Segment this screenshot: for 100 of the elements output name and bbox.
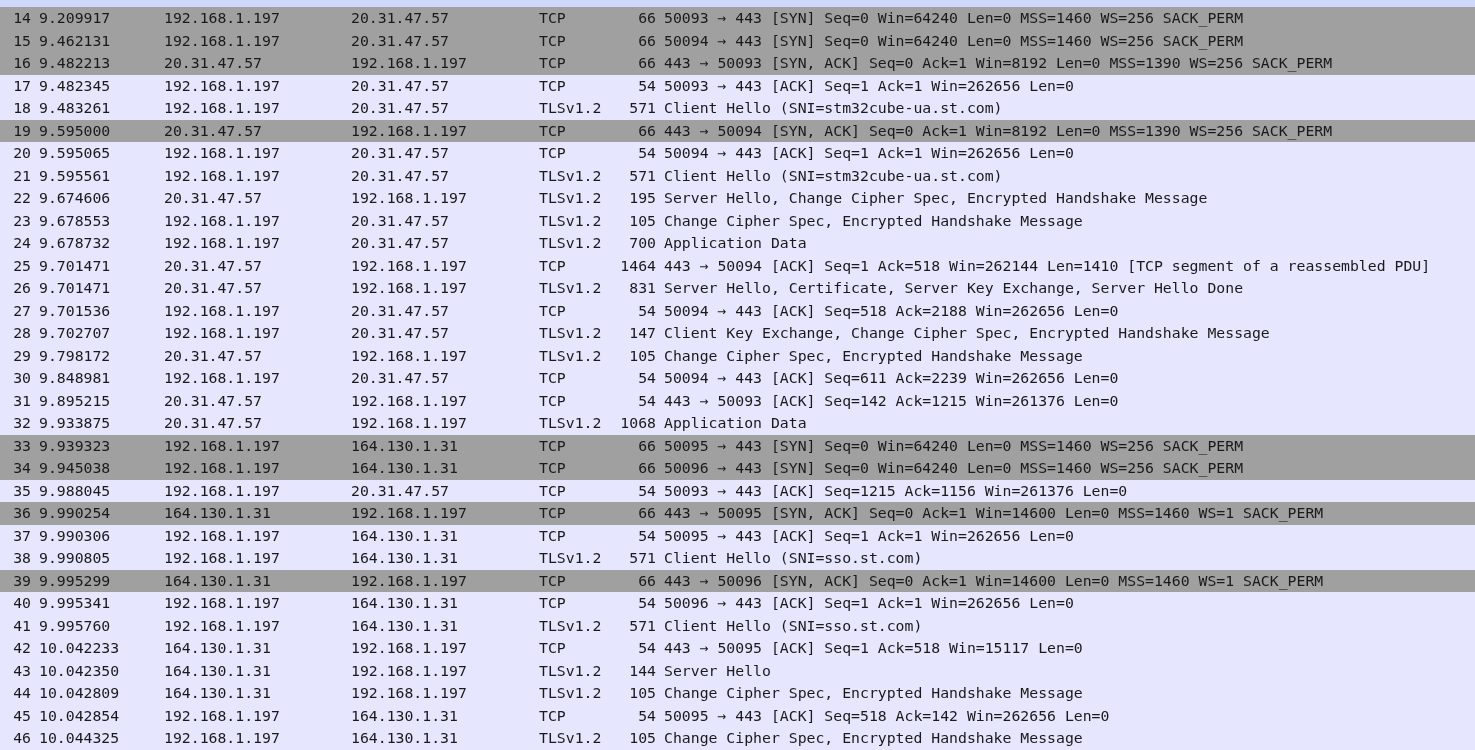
table-cell: 9.462131 bbox=[39, 31, 111, 50]
table-cell-text: 25 bbox=[13, 256, 32, 275]
table-cell: 192.168.1.197 bbox=[164, 211, 280, 230]
table-cell: 192.168.1.197 bbox=[351, 391, 467, 410]
packet-row[interactable]: 33 9.939323 192.168.1.197 164.130.1.31 TCP 66 50095 → 443 [SYN] Seq=0 Win=64240 Len=0 MSS=1460 WS=256 SACK_PERM bbox=[0, 434, 1475, 457]
table-cell: 192.168.1.197 bbox=[164, 76, 280, 95]
table-cell: 192.168.1.197 bbox=[164, 234, 280, 253]
table-cell: TCP bbox=[539, 639, 566, 658]
table-cell: 20.31.47.57 bbox=[164, 189, 262, 208]
table-cell: 9.995299 bbox=[39, 571, 111, 590]
table-cell-text: 50095 → 443 [ACK] Seq=1 Ack=1 Win=262656 Len=0 bbox=[663, 526, 1074, 545]
table-cell-text: 30 bbox=[13, 369, 32, 388]
table-cell: TCP bbox=[539, 9, 566, 28]
packet-row[interactable]: 34 9.945038 192.168.1.197 164.130.1.31 TCP 66 50096 → 443 [SYN] Seq=0 Win=64240 Len=0 MSS=1460 WS=256 SACK_PERM bbox=[0, 457, 1475, 480]
table-cell-text: 32 bbox=[13, 414, 32, 433]
table-cell-text: 42 bbox=[13, 639, 32, 658]
table-cell: 9.995760 bbox=[39, 616, 111, 635]
table-cell: 571 bbox=[629, 99, 656, 118]
packet-row[interactable]: 14 9.209917 192.168.1.197 20.31.47.57 TCP 66 50093 → 443 [SYN] Seq=0 Win=64240 Len=0 MSS=1460 WS=256 SACK_PERM bbox=[0, 7, 1475, 30]
packet-row[interactable]: 16 9.482213 20.31.47.57 192.168.1.197 TCP 66 443 → 50093 [SYN, ACK] Seq=0 Ack=1 Win=8192 Len=0 MSS=1390 WS=256 SACK_PERM bbox=[0, 52, 1475, 75]
table-cell: 20.31.47.57 bbox=[351, 369, 449, 388]
table-cell-text: 50093 → 443 [SYN] Seq=0 Win=64240 Len=0 MSS=1460 WS=256 SACK_PERM bbox=[663, 9, 1244, 28]
table-cell: 9.848981 bbox=[39, 369, 111, 388]
table-cell-text: 443 → 50095 [SYN, ACK] Seq=0 Ack=1 Win=14600 Len=0 MSS=1460 WS=1 SACK_PERM bbox=[663, 504, 1324, 523]
table-cell-text: 19 bbox=[13, 121, 32, 140]
table-cell: 195 bbox=[629, 189, 656, 208]
table-cell: TLSv1.2 bbox=[539, 166, 602, 185]
table-cell: 1464 bbox=[620, 256, 656, 275]
table-cell: 20.31.47.57 bbox=[351, 99, 449, 118]
table-cell: 9.678732 bbox=[39, 234, 111, 253]
table-cell: 192.168.1.197 bbox=[164, 166, 280, 185]
table-cell: 192.168.1.197 bbox=[164, 729, 280, 748]
table-cell: 20.31.47.57 bbox=[164, 279, 262, 298]
packet-row[interactable]: 36 9.990254 164.130.1.31 192.168.1.197 TCP 66 443 → 50095 [SYN, ACK] Seq=0 Ack=1 Win=14600 Len=0 MSS=1460 WS=1 SACK_PERM bbox=[0, 502, 1475, 525]
table-cell: TCP bbox=[539, 436, 566, 455]
table-cell: TCP bbox=[539, 526, 566, 545]
table-cell: 192.168.1.197 bbox=[351, 54, 467, 73]
table-cell: 147 bbox=[629, 324, 656, 343]
table-cell: 164.130.1.31 bbox=[351, 459, 458, 478]
table-cell: 66 bbox=[638, 31, 656, 50]
table-cell: 164.130.1.31 bbox=[351, 436, 458, 455]
table-cell: 20.31.47.57 bbox=[164, 414, 262, 433]
table-cell: 9.482213 bbox=[39, 54, 111, 73]
table-cell: 54 bbox=[638, 594, 656, 613]
table-cell: TLSv1.2 bbox=[539, 414, 602, 433]
table-cell: 164.130.1.31 bbox=[351, 549, 458, 568]
table-cell: 192.168.1.197 bbox=[164, 144, 280, 163]
table-cell: TCP bbox=[539, 121, 566, 140]
table-cell-text: 27 bbox=[13, 301, 32, 320]
table-cell: 144 bbox=[629, 661, 656, 680]
table-cell-text: 443 → 50094 [ACK] Seq=1 Ack=518 Win=262144 Len=1410 [TCP segment of a reassembled PDU] bbox=[663, 256, 1431, 275]
table-cell: TLSv1.2 bbox=[539, 279, 602, 298]
table-cell: 192.168.1.197 bbox=[164, 369, 280, 388]
table-cell: 66 bbox=[638, 504, 656, 523]
table-cell-text: 16 bbox=[13, 54, 32, 73]
table-cell: 20.31.47.57 bbox=[351, 166, 449, 185]
table-cell: 54 bbox=[638, 301, 656, 320]
table-cell: 192.168.1.197 bbox=[164, 324, 280, 343]
table-cell: 9.945038 bbox=[39, 459, 111, 478]
table-cell-text: 50094 → 443 [ACK] Seq=518 Ack=2188 Win=262656 Len=0 bbox=[663, 301, 1119, 320]
table-cell: 9.990805 bbox=[39, 549, 111, 568]
table-cell: 9.939323 bbox=[39, 436, 111, 455]
table-cell: 20.31.47.57 bbox=[164, 256, 262, 275]
table-cell: 66 bbox=[638, 121, 656, 140]
table-cell: 9.483261 bbox=[39, 99, 111, 118]
table-cell: 66 bbox=[638, 9, 656, 28]
table-cell: 9.895215 bbox=[39, 391, 111, 410]
table-cell: 571 bbox=[629, 549, 656, 568]
packet-row[interactable]: 19 9.595000 20.31.47.57 192.168.1.197 TCP 66 443 → 50094 [SYN, ACK] Seq=0 Ack=1 Win=8192 Len=0 MSS=1390 WS=256 SACK_PERM bbox=[0, 119, 1475, 142]
table-cell-text: 50096 → 443 [SYN] Seq=0 Win=64240 Len=0 MSS=1460 WS=256 SACK_PERM bbox=[663, 459, 1244, 478]
table-cell-text: Server Hello bbox=[663, 661, 771, 680]
table-cell: 20.31.47.57 bbox=[351, 324, 449, 343]
table-cell: 700 bbox=[629, 234, 656, 253]
table-cell-text: Change Cipher Spec, Encrypted Handshake Message bbox=[663, 211, 1083, 230]
table-cell-text: 50093 → 443 [ACK] Seq=1215 Ack=1156 Win=261376 Len=0 bbox=[663, 481, 1128, 500]
table-cell: 9.595000 bbox=[39, 121, 111, 140]
table-cell: 20.31.47.57 bbox=[351, 481, 449, 500]
table-cell: TCP bbox=[539, 391, 566, 410]
table-cell: TCP bbox=[539, 54, 566, 73]
table-cell: TCP bbox=[539, 594, 566, 613]
table-cell: TLSv1.2 bbox=[539, 324, 602, 343]
table-cell: 192.168.1.197 bbox=[351, 571, 467, 590]
table-cell: 192.168.1.197 bbox=[164, 99, 280, 118]
table-cell-text: 15 bbox=[13, 31, 32, 50]
table-cell: 20.31.47.57 bbox=[351, 31, 449, 50]
table-cell: TCP bbox=[539, 481, 566, 500]
table-cell: 192.168.1.197 bbox=[351, 661, 467, 680]
table-cell: TLSv1.2 bbox=[539, 729, 602, 748]
table-cell: 571 bbox=[629, 616, 656, 635]
table-cell: 164.130.1.31 bbox=[351, 526, 458, 545]
table-cell: 54 bbox=[638, 639, 656, 658]
table-cell: 9.701536 bbox=[39, 301, 111, 320]
table-cell-text: 33 bbox=[13, 436, 32, 455]
packet-row[interactable]: 39 9.995299 164.130.1.31 192.168.1.197 TCP 66 443 → 50096 [SYN, ACK] Seq=0 Ack=1 Win=14600 Len=0 MSS=1460 WS=1 SACK_PERM bbox=[0, 569, 1475, 592]
table-cell-text: 45 bbox=[13, 706, 32, 725]
table-cell: 9.701471 bbox=[39, 279, 111, 298]
table-cell: 54 bbox=[638, 76, 656, 95]
packet-row[interactable]: 15 9.462131 192.168.1.197 20.31.47.57 TCP 66 50094 → 443 [SYN] Seq=0 Win=64240 Len=0 MSS=1460 WS=256 SACK_PERM bbox=[0, 29, 1475, 52]
table-cell-text: Change Cipher Spec, Encrypted Handshake Message bbox=[663, 729, 1083, 748]
table-cell-text: 20 bbox=[13, 144, 32, 163]
